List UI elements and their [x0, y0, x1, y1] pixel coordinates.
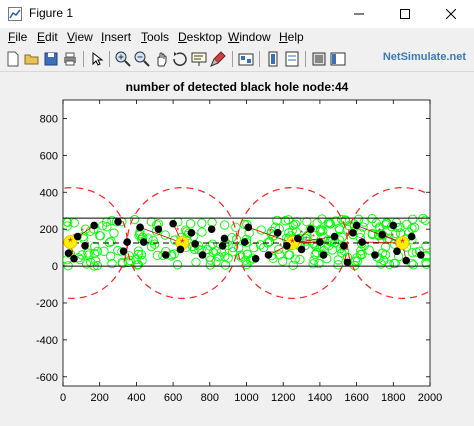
menu-view[interactable]: View: [67, 30, 93, 44]
window-titlebar: Figure 1: [0, 0, 474, 28]
link-plot-icon[interactable]: [237, 50, 255, 68]
open-file-icon[interactable]: [23, 50, 41, 68]
menu-window[interactable]: Window: [228, 30, 271, 44]
figure-canvas: [0, 72, 474, 426]
zoom-out-icon[interactable]: [133, 50, 151, 68]
show-plot-tools-icon[interactable]: [329, 50, 347, 68]
menu-file[interactable]: File: [8, 30, 27, 44]
minimize-button[interactable]: [336, 0, 382, 28]
edit-plot-arrow-icon[interactable]: [88, 50, 106, 68]
close-icon: [446, 9, 456, 19]
menu-desktop[interactable]: Desktop: [178, 30, 222, 44]
maximize-button[interactable]: [382, 0, 428, 28]
matlab-figure-icon: [8, 7, 22, 21]
maximize-icon: [400, 9, 410, 19]
menu-bar: File Edit View Insert Tools Desktop Wind…: [0, 28, 474, 47]
save-icon[interactable]: [42, 50, 60, 68]
menu-tools[interactable]: Tools: [141, 30, 169, 44]
insert-legend-icon[interactable]: [283, 50, 301, 68]
close-button[interactable]: [428, 0, 474, 28]
data-cursor-icon[interactable]: [190, 50, 208, 68]
brush-icon[interactable]: [209, 50, 227, 68]
insert-colorbar-icon[interactable]: [264, 50, 282, 68]
hide-plot-tools-icon[interactable]: [310, 50, 328, 68]
pan-icon[interactable]: [152, 50, 170, 68]
minimize-icon: [354, 13, 364, 15]
window-title: Figure 1: [29, 6, 74, 20]
menu-edit[interactable]: Edit: [37, 30, 58, 44]
menu-insert[interactable]: Insert: [101, 30, 131, 44]
print-icon[interactable]: [61, 50, 79, 68]
new-figure-icon[interactable]: [4, 50, 22, 68]
rotate-3d-icon[interactable]: [171, 50, 189, 68]
zoom-in-icon[interactable]: [114, 50, 132, 68]
menu-help[interactable]: Help: [279, 30, 304, 44]
chart-title: number of detected black hole node:44: [125, 80, 349, 94]
netsimulate-watermark: NetSimulate.net: [382, 51, 466, 63]
